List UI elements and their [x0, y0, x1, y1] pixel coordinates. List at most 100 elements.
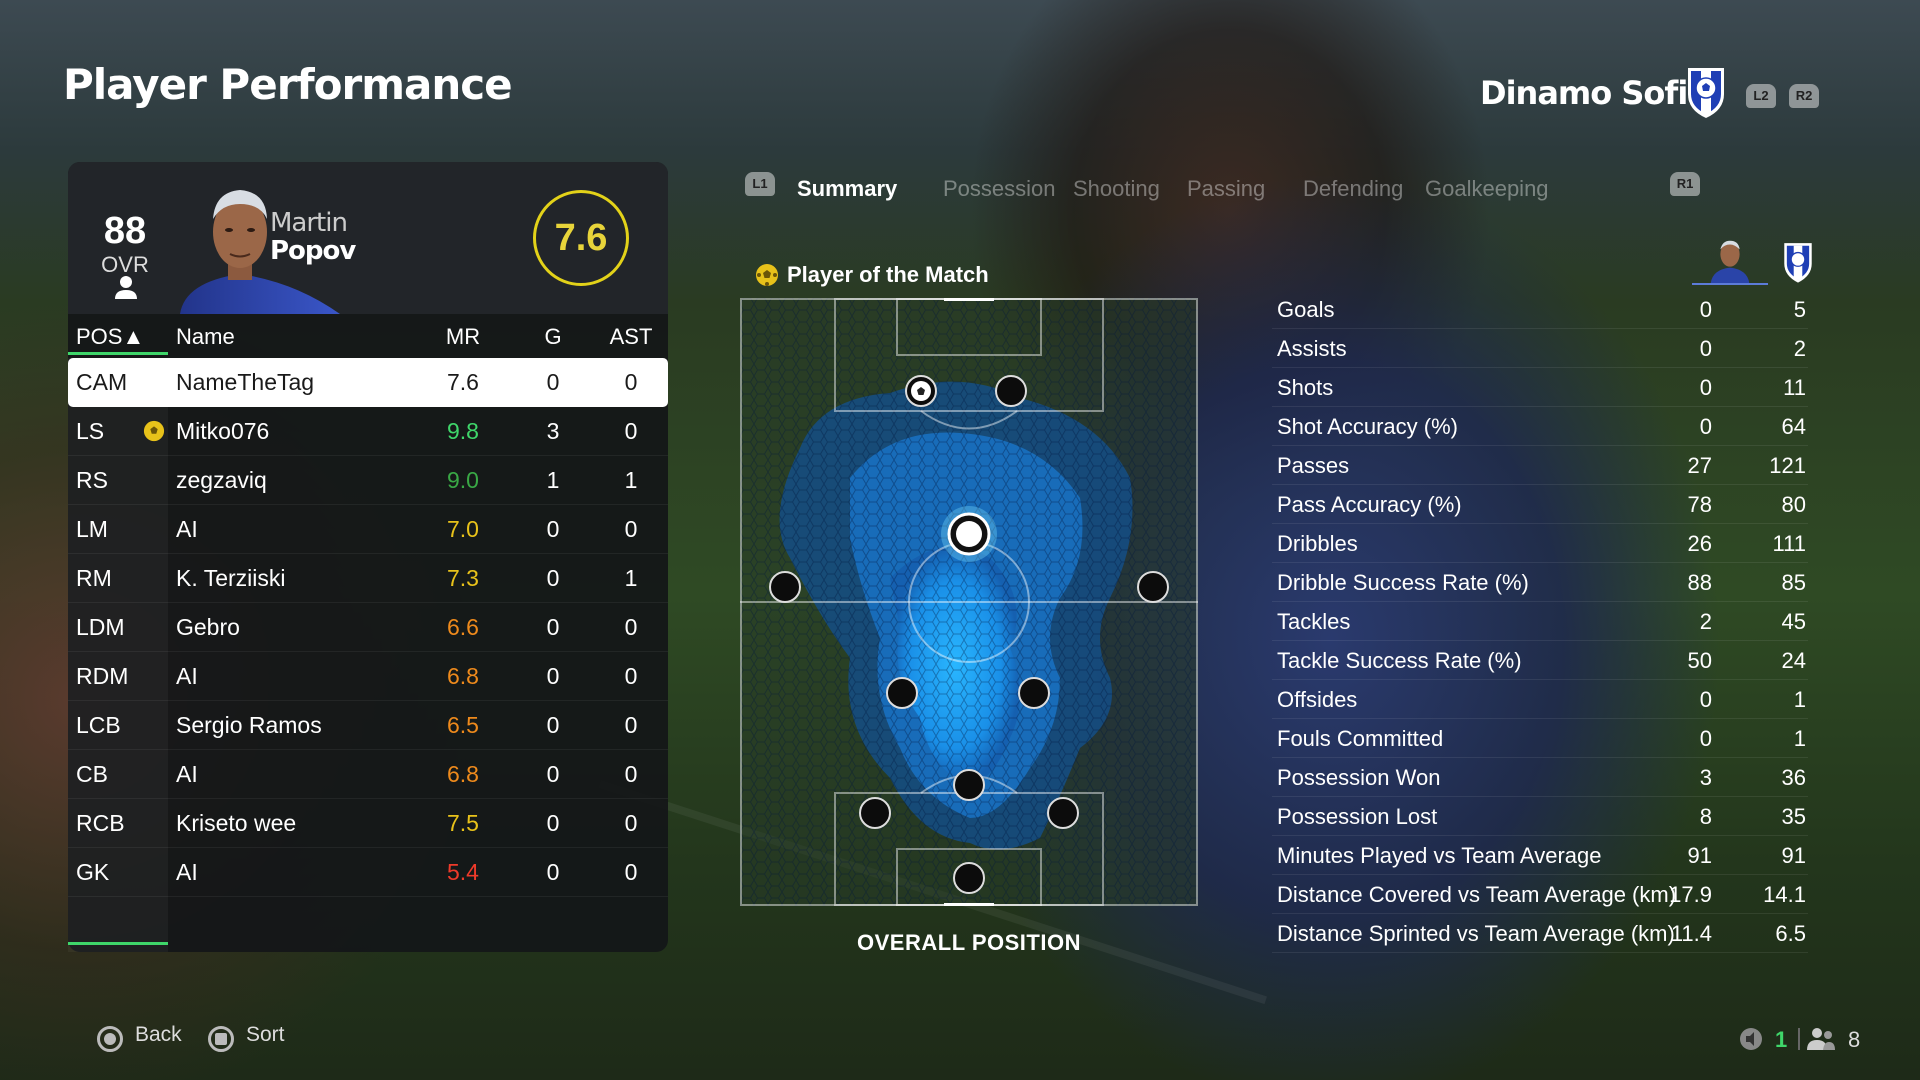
- stat-player-value: 27: [1687, 453, 1712, 478]
- tab-summary[interactable]: Summary: [797, 176, 897, 202]
- table-row[interactable]: RDM AI 6.8 0 0: [68, 652, 668, 701]
- tab-goalkeeping[interactable]: Goalkeeping: [1425, 176, 1549, 202]
- table-row[interactable]: RCB Kriseto wee 7.5 0 0: [68, 799, 668, 848]
- r2-button[interactable]: R2: [1789, 84, 1819, 108]
- row-match-rating: 6.8: [447, 761, 479, 787]
- player-position-marker: [953, 769, 985, 801]
- row-goals: 0: [546, 810, 560, 836]
- row-position: RDM: [76, 663, 129, 689]
- stat-label: Minutes Played vs Team Average: [1277, 843, 1602, 868]
- stat-row: Shots 0 11: [1272, 368, 1808, 407]
- row-assists: 0: [624, 369, 638, 395]
- row-position: CAM: [76, 369, 128, 395]
- stat-player-value: 2: [1699, 609, 1712, 634]
- col-ast-header[interactable]: AST: [598, 324, 664, 350]
- stat-label: Shots: [1277, 375, 1334, 400]
- stat-label: Possession Won: [1277, 765, 1441, 790]
- stat-team-value: 24: [1781, 648, 1806, 673]
- stat-row: Possession Lost 8 35: [1272, 797, 1808, 836]
- stat-player-value: 8: [1699, 804, 1712, 829]
- person-icon: [115, 276, 137, 299]
- team-crest-icon: [1688, 68, 1724, 118]
- table-row[interactable]: LCB Sergio Ramos 6.5 0 0: [68, 701, 668, 750]
- stat-label: Dribbles: [1277, 531, 1358, 556]
- table-row[interactable]: GK AI 5.4 0 0: [68, 848, 668, 897]
- back-button[interactable]: Back: [135, 1023, 182, 1047]
- col-pos-header[interactable]: POS▲: [76, 324, 144, 350]
- row-match-rating: 7.0: [447, 516, 479, 542]
- col-name-header[interactable]: Name: [176, 324, 235, 350]
- player-position-marker: [1018, 677, 1050, 709]
- row-player-name: zegzaviq: [176, 467, 267, 493]
- stat-row: Dribbles 26 111: [1272, 524, 1808, 563]
- table-header: POS▲ Name MR G AST: [68, 314, 668, 356]
- row-player-name: AI: [176, 663, 198, 689]
- stat-team-value: 14.1: [1763, 882, 1806, 907]
- col-mr-header[interactable]: MR: [428, 324, 498, 350]
- stat-team-value: 36: [1781, 765, 1806, 790]
- circle-button-icon[interactable]: [97, 1026, 123, 1052]
- stat-row: Shot Accuracy (%) 0 64: [1272, 407, 1808, 446]
- row-position: RS: [76, 467, 108, 493]
- col-g-header[interactable]: G: [538, 324, 568, 350]
- tab-passing[interactable]: Passing: [1187, 176, 1265, 202]
- stat-team-value: 45: [1781, 609, 1806, 634]
- l1-button[interactable]: L1: [745, 172, 775, 196]
- stat-row: Pass Accuracy (%) 78 80: [1272, 485, 1808, 524]
- footer-divider: [1798, 1028, 1800, 1050]
- player-markers: [769, 375, 1169, 894]
- sort-button[interactable]: Sort: [246, 1023, 285, 1047]
- table-row[interactable]: LDM Gebro 6.6 0 0: [68, 603, 668, 652]
- stat-label: Goals: [1277, 297, 1335, 322]
- stat-player-value: 0: [1699, 375, 1712, 400]
- stat-team-value: 6.5: [1775, 921, 1806, 946]
- match-rating-badge: 7.6: [533, 190, 629, 286]
- table-row[interactable]: RM K. Terziiski 7.3 0 1: [68, 554, 668, 603]
- stat-label: Fouls Committed: [1277, 726, 1444, 751]
- stat-team-value: 2: [1793, 336, 1806, 361]
- stat-player-value: 26: [1687, 531, 1712, 556]
- row-assists: 1: [624, 565, 638, 591]
- r1-button[interactable]: R1: [1670, 172, 1700, 196]
- row-goals: 0: [546, 369, 560, 395]
- l2-button[interactable]: L2: [1746, 84, 1776, 108]
- row-assists: 0: [624, 516, 638, 542]
- tab-possession[interactable]: Possession: [943, 176, 1056, 202]
- row-match-rating: 7.5: [447, 810, 479, 836]
- tab-defending[interactable]: Defending: [1303, 176, 1403, 202]
- table-row[interactable]: CAM NameTheTag 7.6 0 0: [68, 358, 668, 407]
- table-row[interactable]: CB AI 6.8 0 0: [68, 750, 668, 799]
- row-player-name: AI: [176, 859, 198, 885]
- row-assists: 0: [624, 761, 638, 787]
- stat-label: Tackle Success Rate (%): [1277, 648, 1522, 673]
- row-goals: 3: [546, 418, 560, 444]
- table-row[interactable]: RS zegzaviq 9.0 1 1: [68, 456, 668, 505]
- stat-label: Offsides: [1277, 687, 1358, 712]
- row-goals: 1: [546, 467, 560, 493]
- row-position: LS: [76, 418, 105, 444]
- row-match-rating: 6.8: [447, 663, 479, 689]
- stat-player-value: 0: [1699, 726, 1712, 751]
- row-goals: 0: [546, 859, 560, 885]
- stat-row: Minutes Played vs Team Average 91 91: [1272, 836, 1808, 875]
- potm-ball-icon: [756, 264, 778, 286]
- table-row[interactable]: LM AI 7.0 0 0: [68, 505, 668, 554]
- row-assists: 0: [624, 614, 638, 640]
- row-goals: 0: [546, 614, 560, 640]
- stat-team-value: 80: [1781, 492, 1806, 517]
- row-position: LDM: [76, 614, 125, 640]
- stat-row: Dribble Success Rate (%) 88 85: [1272, 563, 1808, 602]
- tab-shooting[interactable]: Shooting: [1073, 176, 1160, 202]
- stat-team-value: 35: [1781, 804, 1806, 829]
- stat-label: Distance Covered vs Team Average (km): [1277, 882, 1677, 907]
- square-button-icon[interactable]: [208, 1026, 234, 1052]
- row-assists: 0: [624, 810, 638, 836]
- stat-player-value: 91: [1687, 843, 1712, 868]
- table-row[interactable]: LS Mitko076 9.8 3 0: [68, 407, 668, 456]
- row-position: RM: [76, 565, 112, 591]
- overall-position-caption: OVERALL POSITION: [857, 930, 1081, 955]
- row-player-name: Gebro: [176, 614, 240, 640]
- stat-label: Dribble Success Rate (%): [1277, 570, 1529, 595]
- player-position-marker: [953, 862, 985, 894]
- stat-team-value: 1: [1793, 687, 1806, 712]
